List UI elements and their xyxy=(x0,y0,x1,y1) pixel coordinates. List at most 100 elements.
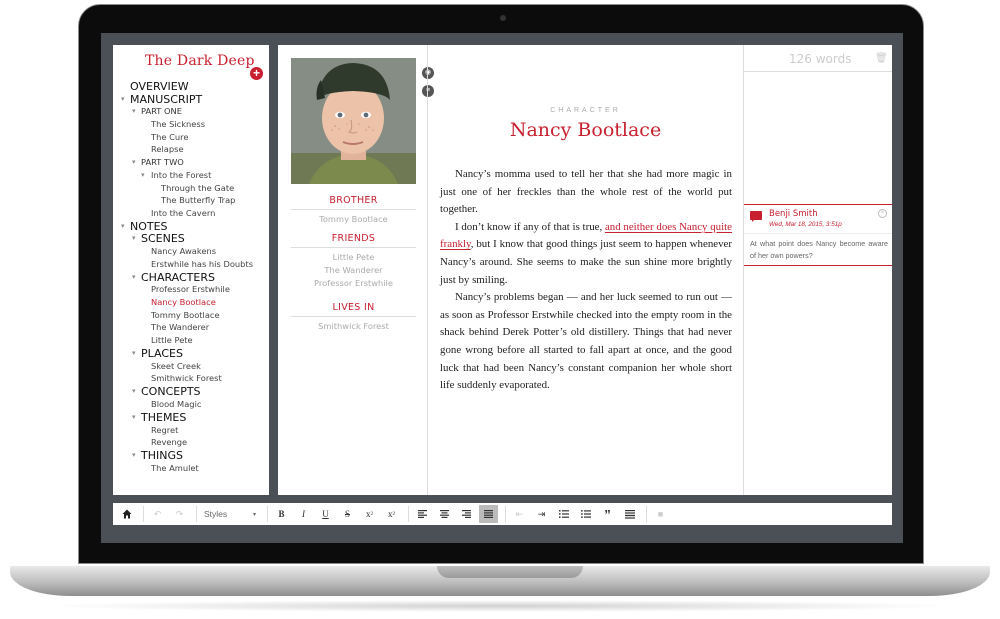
chevron-down-icon[interactable]: ▾ xyxy=(132,387,136,395)
project-tree: OVERVIEW ▾ MANUSCRIPT ▾ PART ONE The Sickness… xyxy=(113,80,269,476)
strikethrough-icon[interactable]: S xyxy=(338,505,357,523)
chevron-down-icon[interactable]: ▾ xyxy=(132,107,136,115)
friends-section: FRIENDS Little Pete The Wanderer Profess… xyxy=(291,233,416,288)
friend-link[interactable]: The Wanderer xyxy=(291,265,416,275)
align-left-icon[interactable] xyxy=(413,505,432,523)
add-item-button[interactable]: + xyxy=(250,67,263,80)
tree-item-label: NOTES xyxy=(130,219,168,233)
tree-item-label: MANUSCRIPT xyxy=(130,92,203,106)
chevron-down-icon[interactable]: ▾ xyxy=(132,234,136,242)
align-center-icon[interactable] xyxy=(435,505,454,523)
subscript-icon[interactable]: x2 xyxy=(360,505,379,523)
styles-label: Styles xyxy=(204,509,228,519)
tree-item[interactable]: Nancy Awakens xyxy=(113,246,269,259)
home-icon[interactable] xyxy=(117,505,136,523)
tree-item-label: Tommy Bootlace xyxy=(151,309,220,320)
paragraph[interactable]: I don’t know if any of that is true, and… xyxy=(440,219,732,289)
close-icon[interactable]: × xyxy=(878,209,887,218)
comment-icon[interactable]: ■ xyxy=(651,505,670,523)
paragraph[interactable]: Nancy’s momma used to tell her that she … xyxy=(440,166,732,219)
tree-item[interactable]: ▾ CONCEPTS xyxy=(113,385,269,399)
redo-icon[interactable]: ↷ xyxy=(170,505,189,523)
chevron-down-icon[interactable]: ▾ xyxy=(132,273,136,281)
chevron-down-icon[interactable]: ▾ xyxy=(121,222,125,230)
friend-link[interactable]: Little Pete xyxy=(291,252,416,262)
place-link[interactable]: Smithwick Forest xyxy=(291,321,416,331)
blockquote-icon[interactable]: ” xyxy=(598,505,617,523)
tree-item[interactable]: ▾ PLACES xyxy=(113,346,269,361)
chevron-down-icon[interactable]: ▾ xyxy=(132,413,136,421)
tree-item[interactable]: Skeet Creek xyxy=(113,361,269,374)
chevron-down-icon[interactable]: ▾ xyxy=(132,158,136,166)
tree-item[interactable]: Blood Magic xyxy=(113,399,269,412)
tree-item-label: PLACES xyxy=(141,346,183,360)
project-title[interactable]: The Dark Deep xyxy=(145,53,255,69)
italic-icon[interactable]: I xyxy=(294,505,313,523)
undo-icon[interactable]: ↶ xyxy=(148,505,167,523)
camera-icon[interactable]: ◉ xyxy=(422,67,434,79)
tree-item-label: SCENES xyxy=(141,232,185,246)
tree-item[interactable]: Through the Gate xyxy=(113,183,269,196)
tree-item[interactable]: Relapse xyxy=(113,144,269,157)
tree-item[interactable]: The Butterfly Trap xyxy=(113,195,269,208)
tree-item[interactable]: ▾ SCENES xyxy=(113,232,269,246)
tree-item-label: Smithwick Forest xyxy=(151,373,222,384)
chevron-down-icon[interactable]: ▾ xyxy=(141,171,145,179)
tree-item[interactable]: Nancy Bootlace xyxy=(113,297,269,310)
brother-link[interactable]: Tommy Bootlace xyxy=(291,214,416,224)
tree-item[interactable]: Tommy Bootlace xyxy=(113,310,269,323)
tree-item[interactable]: The Sickness xyxy=(113,119,269,132)
align-justify-icon[interactable] xyxy=(479,505,498,523)
tree-item[interactable]: ▾ THINGS xyxy=(113,449,269,463)
tree-item-label: THEMES xyxy=(141,410,187,424)
paragraph[interactable]: Nancy’s problems began — and her luck se… xyxy=(440,289,732,395)
tree-item[interactable]: ▾ PART TWO xyxy=(113,157,269,170)
character-portrait[interactable] xyxy=(291,58,416,184)
tree-item[interactable]: ▾ CHARACTERS xyxy=(113,271,269,285)
superscript-icon[interactable]: x2 xyxy=(382,505,401,523)
document-title[interactable]: Nancy Bootlace xyxy=(428,119,743,141)
chevron-down-icon[interactable]: ▾ xyxy=(132,451,136,459)
document-kicker: CHARACTER xyxy=(550,107,621,114)
comment-text[interactable]: At what point does Nancy become aware of… xyxy=(750,238,888,262)
tree-item[interactable]: The Amulet xyxy=(113,463,269,476)
tree-item-label: The Amulet xyxy=(151,462,199,473)
tree-item[interactable]: ▾ THEMES xyxy=(113,410,269,425)
tree-item-label: Professor Erstwhile xyxy=(151,284,230,295)
laptop-shadow xyxy=(40,600,960,612)
tree-item[interactable]: The Wanderer xyxy=(113,322,269,335)
tree-item-label: The Wanderer xyxy=(151,322,210,333)
indent-icon[interactable]: ⇥ xyxy=(532,505,551,523)
numbered-list-icon[interactable] xyxy=(554,505,573,523)
bold-icon[interactable]: B xyxy=(272,505,291,523)
brother-section: BROTHER Tommy Bootlace xyxy=(291,195,416,224)
tree-item[interactable]: The Cure xyxy=(113,132,269,145)
tree-item-label: The Butterfly Trap xyxy=(161,195,236,206)
divider xyxy=(267,506,268,522)
tree-item[interactable]: Little Pete xyxy=(113,335,269,348)
tree-item[interactable]: Revenge xyxy=(113,437,269,450)
document-body[interactable]: Nancy’s momma used to tell her that she … xyxy=(440,166,732,395)
horizontal-rule-icon[interactable] xyxy=(620,505,639,523)
comment-card[interactable]: Benji Smith Wed, Mar 18, 2015, 3:51p × A… xyxy=(744,204,892,266)
tree-item[interactable]: Professor Erstwhile xyxy=(113,284,269,297)
tree-item[interactable]: ▾ Into the Forest xyxy=(113,170,269,183)
tree-item[interactable]: Regret xyxy=(113,425,269,438)
underline-icon[interactable]: U xyxy=(316,505,335,523)
tree-item-label: Into the Forest xyxy=(151,169,212,180)
tree-item[interactable]: ▾ PART ONE xyxy=(113,106,269,119)
bullet-list-icon[interactable] xyxy=(576,505,595,523)
styles-select[interactable]: Styles ▾ xyxy=(201,505,259,523)
outdent-icon[interactable]: ⇤ xyxy=(510,505,529,523)
chevron-down-icon[interactable]: ▾ xyxy=(132,349,136,357)
chevron-down-icon[interactable]: ▾ xyxy=(121,95,125,103)
trash-icon[interactable]: 🗑 xyxy=(875,53,888,64)
align-right-icon[interactable] xyxy=(457,505,476,523)
laptop-lid: The Dark Deep + OVERVIEW ▾ MANUSCRIPT ▾ PART… xyxy=(78,4,924,564)
tree-item[interactable]: ▾ MANUSCRIPT xyxy=(113,92,269,107)
friend-link[interactable]: Professor Erstwhile xyxy=(291,278,416,288)
friends-heading: FRIENDS xyxy=(291,233,416,248)
tree-item[interactable]: ▾ NOTES xyxy=(113,219,269,234)
comment-date: Wed, Mar 18, 2015, 3:51p xyxy=(769,221,842,228)
list-icon[interactable]: ≡ xyxy=(422,85,434,97)
